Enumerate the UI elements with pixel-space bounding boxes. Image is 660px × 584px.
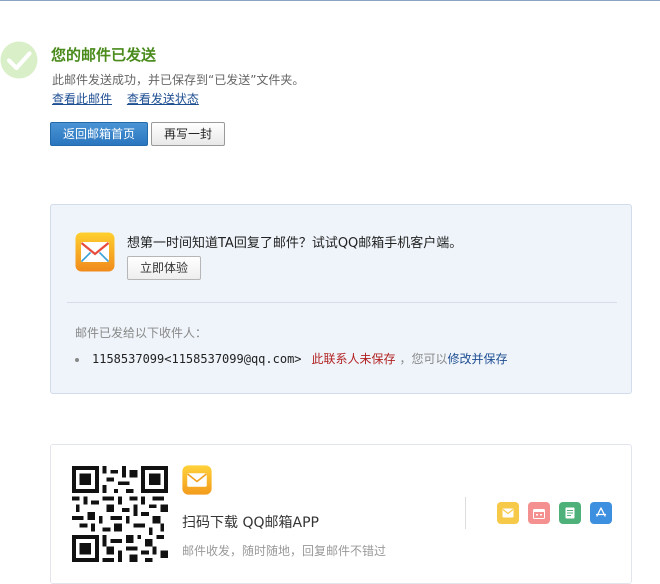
qr-code-icon bbox=[72, 466, 168, 562]
top-border bbox=[0, 0, 660, 1]
app-download-panel: 扫码下载 QQ邮箱APP 邮件收发，随时随地，回复邮件不错过 bbox=[50, 444, 632, 584]
success-description: 此邮件发送成功，并已保存到“已发送”文件夹。 bbox=[52, 73, 305, 87]
app-subtitle: 邮件收发，随时随地，回复邮件不错过 bbox=[182, 544, 387, 558]
app-title: 扫码下载 QQ邮箱APP bbox=[182, 515, 319, 531]
view-status-link[interactable]: 查看发送状态 bbox=[127, 92, 199, 106]
back-home-button[interactable]: 返回邮箱首页 bbox=[50, 122, 148, 146]
try-now-button[interactable]: 立即体验 bbox=[127, 256, 201, 280]
result-links: 查看此邮件 查看发送状态 bbox=[52, 90, 199, 107]
save-hint-prefix: ，您可以 bbox=[399, 352, 448, 366]
qqmail-envelope-icon bbox=[75, 232, 115, 272]
document-icon bbox=[559, 502, 581, 524]
page-title: 您的邮件已发送 bbox=[51, 46, 157, 64]
write-another-button[interactable]: 再写一封 bbox=[151, 122, 225, 146]
promo-text: 想第一时间知道TA回复了邮件？试试QQ邮箱手机客户端。 bbox=[127, 236, 463, 251]
edit-and-save-link[interactable]: 修改并保存 bbox=[448, 352, 508, 366]
recipients-label: 邮件已发给以下收件人： bbox=[75, 326, 208, 340]
app-store-icon bbox=[590, 502, 612, 524]
save-hint: ，您可以修改并保存 bbox=[400, 352, 508, 366]
note-icon bbox=[497, 502, 519, 524]
calendar-icon bbox=[528, 502, 550, 524]
view-mail-link[interactable]: 查看此邮件 bbox=[52, 92, 112, 106]
check-circle-icon bbox=[0, 41, 38, 79]
divider bbox=[465, 497, 466, 529]
recipient-email: 1158537099<1158537099@qq.com> bbox=[92, 352, 302, 366]
bullet-icon bbox=[75, 357, 79, 362]
contact-status: 此联系人未保存 bbox=[311, 352, 396, 366]
promo-panel: 想第一时间知道TA回复了邮件？试试QQ邮箱手机客户端。 立即体验 邮件已发给以下… bbox=[50, 204, 632, 394]
list-item: 1158537099<1158537099@qq.com> 此联系人未保存 ，您可以… bbox=[75, 350, 508, 367]
qqmail-app-icon bbox=[182, 465, 212, 495]
divider bbox=[67, 302, 617, 303]
